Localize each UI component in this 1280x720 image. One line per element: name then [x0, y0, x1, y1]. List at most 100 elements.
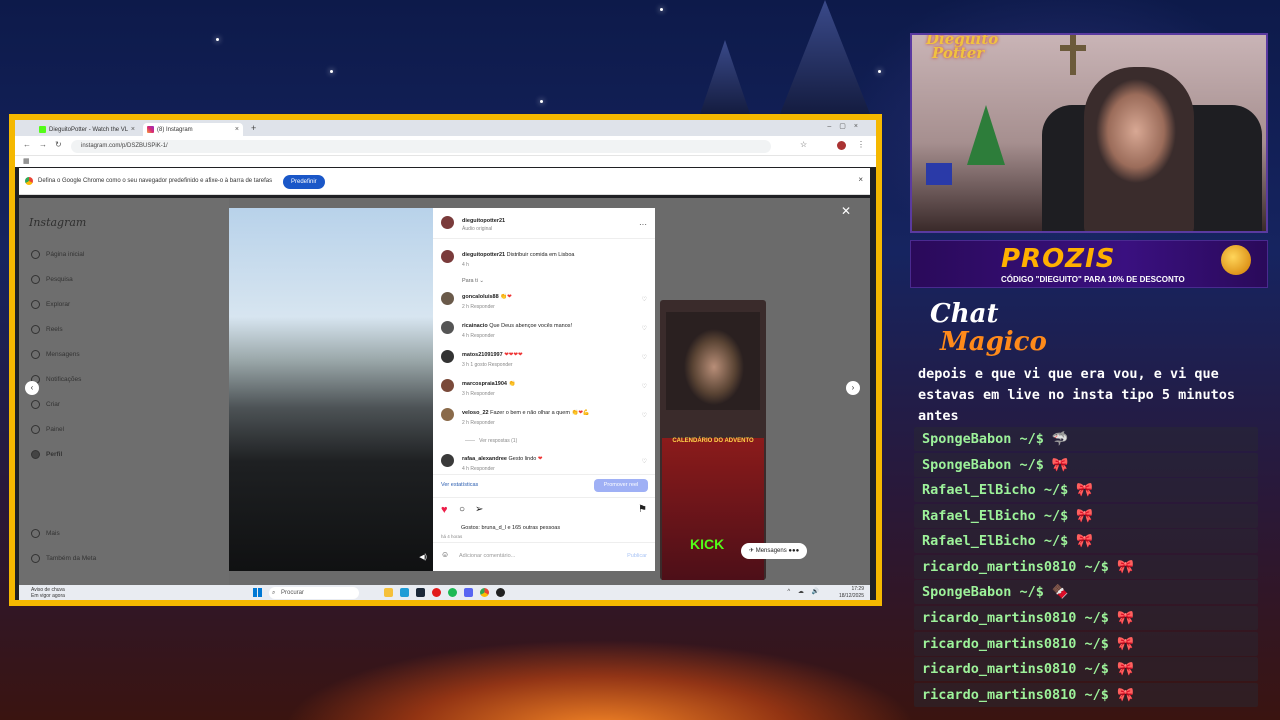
streamer [1084, 67, 1194, 231]
clock-time: 17:29 [851, 586, 864, 592]
like-heart-icon[interactable]: ♡ [642, 383, 647, 390]
save-bookmark-icon[interactable]: ⚑ [638, 504, 647, 515]
like-heart-icon[interactable]: ♡ [642, 354, 647, 361]
new-tab-button[interactable]: + [251, 123, 256, 133]
view-insights-link[interactable]: Ver estatísticas [441, 482, 478, 488]
address-bar-row: ← → ↻ instagram.com/p/DSZBUSPiK-1/ ☆ ⋮ [15, 136, 876, 156]
avatar[interactable] [441, 250, 454, 263]
avatar[interactable] [441, 454, 454, 467]
nav-notifications[interactable]: Notificações [31, 375, 81, 384]
avatar[interactable] [441, 379, 454, 392]
reel-video[interactable]: ◀) [229, 208, 433, 571]
avatar[interactable] [441, 216, 454, 229]
comment-meta[interactable]: 3 h 1 gosto Responder [462, 362, 513, 368]
comment-meta[interactable]: 2 h Responder [462, 420, 495, 426]
comment-user[interactable]: goncaloluis88 [462, 294, 499, 300]
apps-icon[interactable]: ▦ [23, 157, 30, 165]
avatar [31, 450, 40, 459]
reload-icon[interactable]: ↻ [55, 140, 62, 149]
more-options-icon[interactable]: ··· [639, 220, 647, 229]
comment-user[interactable]: marcospraia1904 [462, 381, 507, 387]
post-author[interactable]: dieguitopotter21 [462, 218, 505, 224]
streamer-thumbnail[interactable] [666, 312, 760, 410]
back-icon[interactable]: ← [23, 140, 31, 149]
kick-icon [39, 126, 46, 133]
file-explorer-icon[interactable] [384, 588, 393, 597]
divider [433, 238, 655, 239]
comment-meta[interactable]: 4 h Responder [462, 466, 495, 472]
nav-more[interactable]: Mais [31, 529, 60, 538]
next-post-arrow[interactable]: › [846, 381, 860, 395]
discord-icon[interactable] [464, 588, 473, 597]
spotify-icon[interactable] [448, 588, 457, 597]
profile-avatar[interactable] [837, 141, 846, 150]
nav-create[interactable]: Criar [31, 400, 60, 409]
publish-button[interactable]: Publicar [627, 553, 647, 559]
like-heart-icon[interactable]: ♡ [642, 325, 647, 332]
opera-icon[interactable] [432, 588, 441, 597]
bookmark-star-icon[interactable]: ☆ [800, 140, 807, 149]
like-heart-icon[interactable]: ♡ [642, 458, 647, 465]
nav-explore[interactable]: Explorar [31, 300, 70, 309]
edge-icon[interactable] [400, 588, 409, 597]
likes-count[interactable]: Gostos: bruna_d_l e 165 outras pessoas [461, 525, 560, 531]
url-input[interactable]: instagram.com/p/DSZBUSPiK-1/ [71, 140, 771, 153]
taskbar-search[interactable]: ⌕ Procurar [269, 587, 359, 599]
share-icon[interactable]: ➢ [475, 504, 483, 515]
meta-icon [31, 554, 40, 563]
nav-reels[interactable]: Reels [31, 325, 63, 334]
close-icon[interactable]: × [858, 175, 863, 184]
nav-messages[interactable]: Mensagens [31, 350, 80, 359]
comment-input[interactable]: Adicionar comentário... [459, 553, 515, 559]
forward-icon[interactable]: → [39, 140, 47, 149]
caption-user[interactable]: dieguitopotter21 [462, 252, 505, 258]
window-controls[interactable]: –▢× [827, 122, 866, 130]
messages-pill[interactable]: ✈ Mensagens ●●● [741, 543, 808, 559]
chat-username: ricardo_martins0810 ~/$ [922, 610, 1109, 626]
promote-reel-button[interactable]: Promover reel [594, 479, 648, 492]
tab-instagram[interactable]: (8) Instagram × [143, 123, 243, 136]
close-icon[interactable]: × [235, 126, 239, 133]
steam-icon[interactable] [416, 588, 425, 597]
heart-icon[interactable]: ♥ [441, 504, 448, 516]
taskbar-clock[interactable]: 17:29 18/12/2025 [839, 586, 864, 600]
menu-icon[interactable]: ⋮ [857, 140, 865, 149]
set-default-button[interactable]: Predefinir [283, 175, 325, 189]
instagram-logo[interactable]: Instagram [29, 216, 86, 229]
like-heart-icon[interactable]: ♡ [642, 412, 647, 419]
comment-user[interactable]: veloso_22 [462, 410, 489, 416]
chat-username: ricardo_martins0810 ~/$ [922, 559, 1109, 575]
comment-meta[interactable]: 2 h Responder [462, 304, 495, 310]
comment-meta[interactable]: 4 h Responder [462, 333, 495, 339]
avatar[interactable] [441, 408, 454, 421]
tab-kick[interactable]: DieguitoPotter - Watch the VL × [35, 123, 139, 136]
avatar[interactable] [441, 350, 454, 363]
system-tray-icons[interactable]: ^ ☁ 🔊 [787, 588, 822, 595]
emoji-picker-icon[interactable]: ☺ [441, 550, 449, 559]
prev-post-arrow[interactable]: ‹ [25, 381, 39, 395]
nav-dashboard[interactable]: Painel [31, 425, 64, 434]
view-replies-link[interactable]: —— Ver respostas (1) [465, 438, 517, 444]
nav-home[interactable]: Página inicial [31, 250, 84, 259]
nav-search[interactable]: Pesquisa [31, 275, 73, 284]
obs-icon[interactable] [496, 588, 505, 597]
avatar[interactable] [441, 292, 454, 305]
close-icon[interactable]: × [131, 126, 135, 133]
comment-icon[interactable]: ○ [459, 504, 465, 515]
comment-meta[interactable]: 3 h Responder [462, 391, 495, 397]
for-you-filter[interactable]: Para ti ⌄ [462, 278, 484, 284]
comment-user[interactable]: rafaa_alexandree [462, 456, 507, 462]
comment-user[interactable]: ricainacio [462, 323, 488, 329]
weather-widget[interactable]: Aviso de chuva Em vigor agora [31, 587, 65, 599]
mute-icon[interactable]: ◀) [419, 553, 427, 561]
audio-label[interactable]: Áudio original [462, 226, 492, 232]
chat-username: ricardo_martins0810 ~/$ [922, 661, 1109, 677]
nav-profile[interactable]: Perfil [31, 450, 62, 459]
chrome-icon[interactable] [480, 588, 489, 597]
avatar[interactable] [441, 321, 454, 334]
nav-meta[interactable]: Também da Meta [31, 554, 96, 563]
windows-start-icon[interactable] [253, 588, 262, 597]
comment-user[interactable]: matos21091997 [462, 352, 503, 358]
like-heart-icon[interactable]: ♡ [642, 296, 647, 303]
close-modal-icon[interactable]: ✕ [841, 204, 851, 218]
